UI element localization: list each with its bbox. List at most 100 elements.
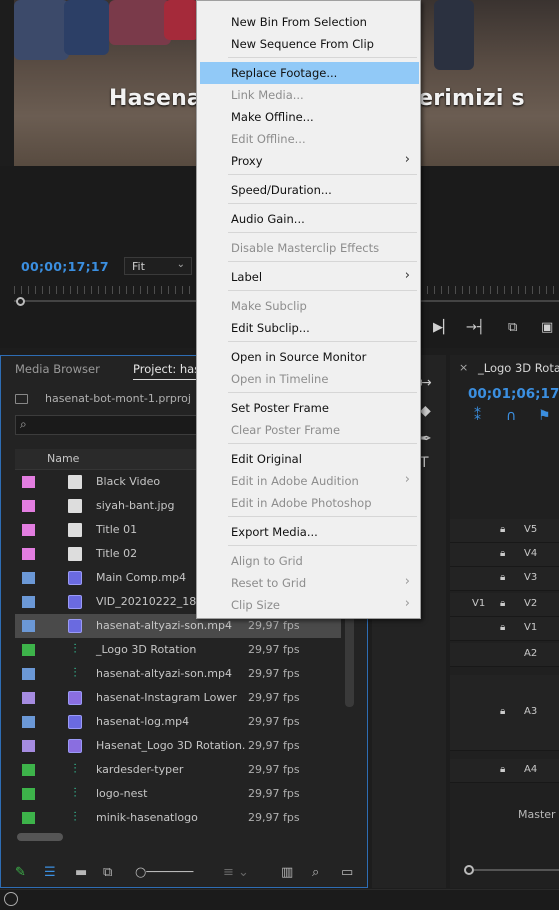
project-item-row[interactable]: Hasenat_Logo 3D Rotation. 29,97 fps xyxy=(15,734,341,758)
menu-item-label: Edit in Adobe Photoshop xyxy=(231,496,372,510)
track-header[interactable]: 🔒︎ A3 xyxy=(450,675,559,751)
source-patch-label[interactable]: V1 xyxy=(472,598,485,609)
menu-item[interactable]: New Bin From Selection xyxy=(200,11,419,33)
menu-item-label: Replace Footage... xyxy=(231,66,338,80)
search-input[interactable]: ⌕ xyxy=(15,415,215,435)
menu-item[interactable]: Edit Original xyxy=(200,448,419,470)
menu-item-label: Reset to Grid xyxy=(231,576,307,590)
project-item-fps: 29,97 fps xyxy=(248,739,300,752)
zoom-slider[interactable]: ○────── xyxy=(135,865,193,880)
menu-item[interactable]: Set Poster Frame xyxy=(200,397,419,419)
lock-icon[interactable]: 🔒︎ xyxy=(500,548,505,559)
menu-item-label: Open in Timeline xyxy=(231,372,329,386)
link-icon[interactable]: ∩ xyxy=(506,408,516,424)
track-header[interactable]: 🔒︎ A4 xyxy=(450,759,559,783)
film-icon xyxy=(68,739,82,753)
menu-item[interactable]: Edit Subclip... xyxy=(200,317,419,339)
submenu-arrow-icon: › xyxy=(404,596,410,611)
timeline-scroll-handle[interactable] xyxy=(464,865,474,875)
tab-media-browser[interactable]: Media Browser xyxy=(15,362,100,376)
clip-icon xyxy=(68,571,82,585)
insert-icon[interactable]: →┤ xyxy=(466,320,485,335)
export-frame-icon[interactable]: ▣ xyxy=(541,320,553,335)
sequence-icon: ⫶ xyxy=(73,762,77,777)
menu-separator xyxy=(228,232,417,233)
icon-view-icon[interactable]: ▬ xyxy=(75,865,87,880)
project-toolbar: ✎ ☰ ▬ ⧉ ○────── ≡ ⌄ ▥ ⌕ ▭ xyxy=(1,854,367,887)
menu-item[interactable]: Replace Footage... xyxy=(200,62,419,84)
project-item-row[interactable]: hasenat-Instagram Lower 29,97 fps xyxy=(15,686,341,710)
menu-item-label: Make Offline... xyxy=(231,110,314,124)
menu-item[interactable]: Audio Gain... xyxy=(200,208,419,230)
project-item-row[interactable]: ⫶ logo-nest 29,97 fps xyxy=(15,782,341,806)
pencil-icon[interactable]: ✎ xyxy=(15,865,26,880)
pen-icon[interactable]: ✒ xyxy=(420,431,432,447)
lock-icon[interactable]: 🔒︎ xyxy=(500,524,505,535)
select-arrow-icon[interactable]: ↦ xyxy=(420,375,432,391)
menu-item-label: New Sequence From Clip xyxy=(231,37,374,51)
track-header[interactable]: 🔒︎ V3 xyxy=(450,567,559,591)
timeline-tab[interactable]: _Logo 3D Rotati xyxy=(478,361,559,375)
sort-icon[interactable]: ≡ ⌄ xyxy=(223,865,249,880)
track-header[interactable]: 🔒︎ V1 xyxy=(450,617,559,641)
menu-item[interactable]: Proxy › xyxy=(200,150,419,172)
track-name: V5 xyxy=(524,524,538,535)
search-icon: ⌕ xyxy=(20,417,27,431)
lock-icon[interactable]: 🔒︎ xyxy=(500,598,505,609)
lock-icon[interactable]: 🔒︎ xyxy=(500,764,505,775)
project-item-name: Black Video xyxy=(96,475,161,488)
project-item-row[interactable]: ⫶ kardesder-typer 29,97 fps xyxy=(15,758,341,782)
still-icon xyxy=(68,547,82,561)
menu-item[interactable]: Export Media... xyxy=(200,521,419,543)
label-color-swatch xyxy=(22,476,35,488)
freeform-view-icon[interactable]: ⧉ xyxy=(103,865,112,880)
snap-icon[interactable]: ⁑ xyxy=(474,408,481,424)
project-file-name: hasenat-bot-mont-1.prproj xyxy=(45,392,191,405)
creative-cloud-icon[interactable] xyxy=(4,892,18,906)
menu-item[interactable]: Label › xyxy=(200,266,419,288)
list-view-icon[interactable]: ☰ xyxy=(44,865,56,880)
source-timecode[interactable]: 00;00;17;17 xyxy=(21,259,109,274)
close-icon[interactable]: × xyxy=(459,361,468,374)
menu-separator xyxy=(228,57,417,58)
type-tool-icon[interactable]: T xyxy=(420,455,429,471)
marker-icon[interactable]: ⚑ xyxy=(538,408,551,424)
label-color-swatch xyxy=(22,716,35,728)
overwrite-icon[interactable]: ⧉ xyxy=(508,320,517,335)
menu-item-label: Proxy xyxy=(231,154,263,168)
new-bin-icon[interactable]: ▭ xyxy=(341,865,353,880)
track-header[interactable]: A2 xyxy=(450,643,559,667)
track-header[interactable]: 🔒︎ V5 xyxy=(450,519,559,543)
play-icon[interactable]: ▶▏ xyxy=(433,320,453,335)
lock-icon[interactable]: 🔒︎ xyxy=(500,622,505,633)
menu-item-label: Edit Original xyxy=(231,452,302,466)
find-icon[interactable]: ⌕ xyxy=(312,865,319,880)
menu-separator xyxy=(228,443,417,444)
project-item-row[interactable]: hasenat-log.mp4 29,97 fps xyxy=(15,710,341,734)
menu-item[interactable]: Open in Source Monitor xyxy=(200,346,419,368)
lock-icon[interactable]: 🔒︎ xyxy=(500,572,505,583)
timeline-timecode[interactable]: 00;01;06;17 xyxy=(468,386,559,402)
project-item-name: _Logo 3D Rotation xyxy=(96,643,197,656)
menu-item[interactable]: Speed/Duration... xyxy=(200,179,419,201)
project-item-row[interactable]: ⫶ hasenat-altyazi-son.mp4 29,97 fps xyxy=(15,662,341,686)
track-header[interactable]: 🔒︎ V4 xyxy=(450,543,559,567)
menu-separator xyxy=(228,203,417,204)
menu-item[interactable]: New Sequence From Clip xyxy=(200,33,419,55)
chevron-down-icon: ⌄ xyxy=(176,259,185,270)
horizontal-scrollbar[interactable] xyxy=(17,833,63,841)
project-item-row[interactable]: ⫶ minik-hasenatlogo 29,97 fps xyxy=(15,806,341,830)
menu-item-label: Make Subclip xyxy=(231,299,307,313)
project-item-row[interactable]: ⫶ _Logo 3D Rotation 29,97 fps xyxy=(15,638,341,662)
label-color-swatch xyxy=(22,596,35,608)
project-item-name: Hasenat_Logo 3D Rotation. xyxy=(96,739,246,752)
scrub-handle[interactable] xyxy=(16,297,25,306)
timeline-scrollbar[interactable] xyxy=(474,869,559,871)
razor-icon[interactable]: ◆ xyxy=(420,403,431,419)
project-item-fps: 29,97 fps xyxy=(248,619,300,632)
menu-item[interactable]: Make Offline... xyxy=(200,106,419,128)
fit-dropdown[interactable]: Fit ⌄ xyxy=(124,257,192,275)
lock-icon[interactable]: 🔒︎ xyxy=(500,706,505,717)
automate-sequence-icon[interactable]: ▥ xyxy=(281,865,293,880)
track-header[interactable]: 🔒︎ V1 V2 xyxy=(450,593,559,617)
